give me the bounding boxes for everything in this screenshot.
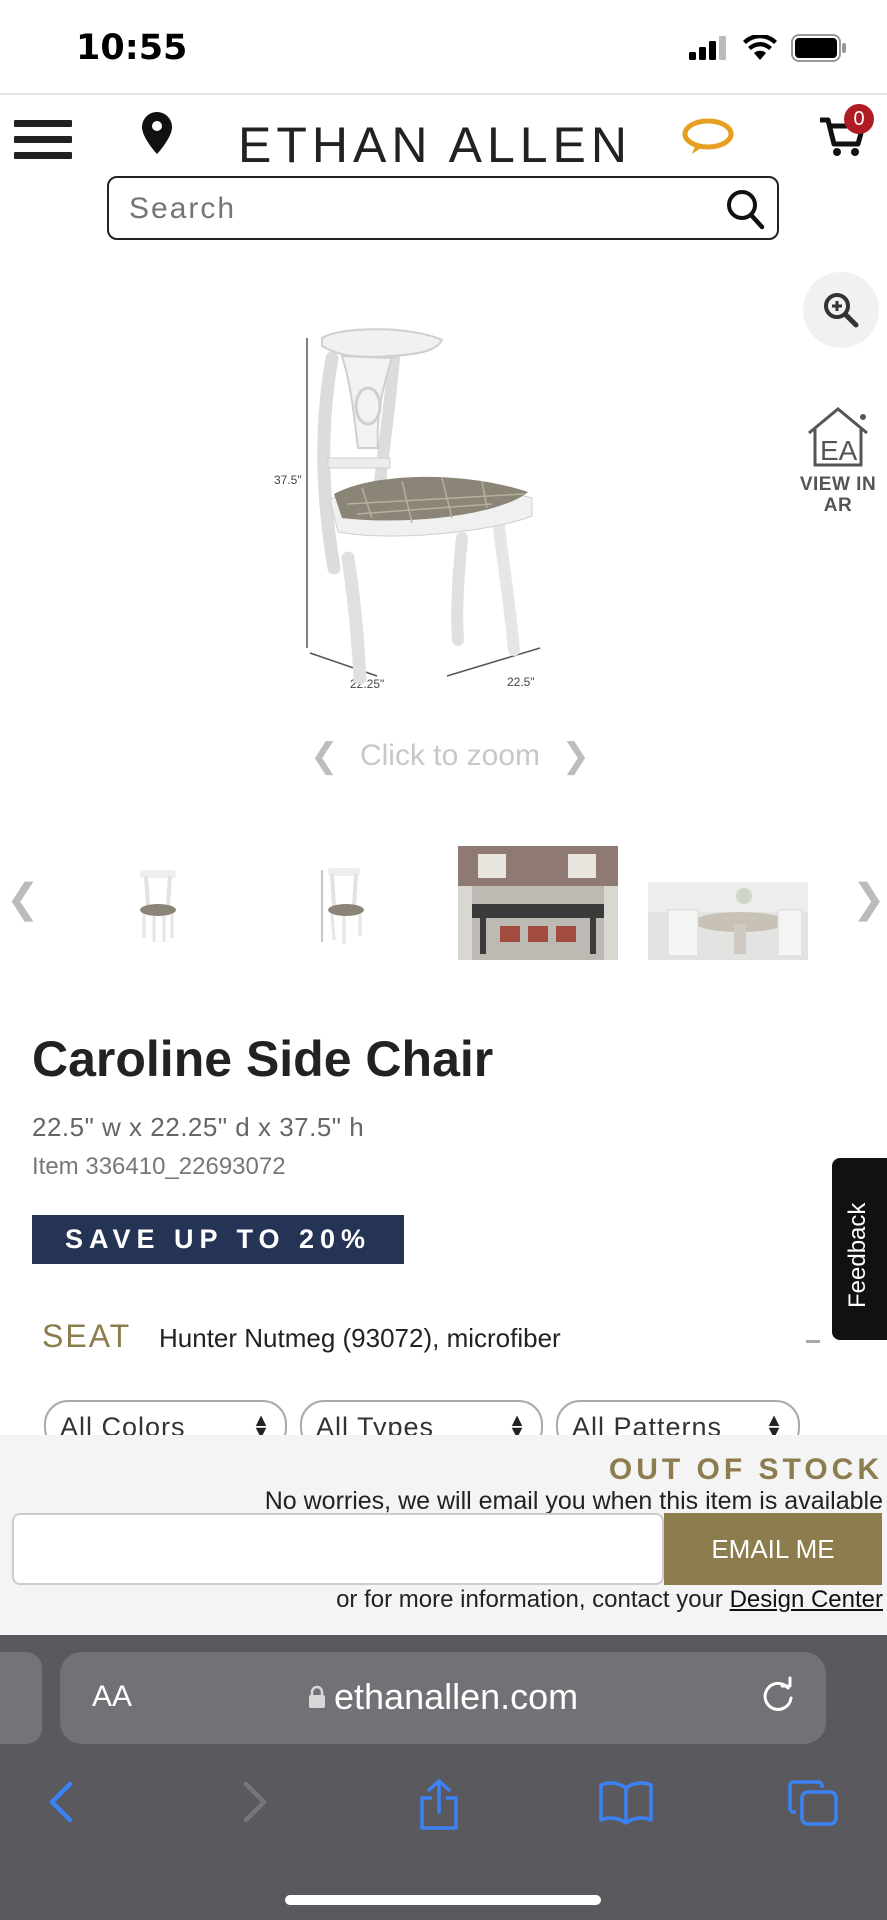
dimension-height-label: 37.5" [274,473,302,487]
tabs-icon[interactable] [788,1778,840,1828]
thumbnail-1[interactable] [130,846,186,960]
status-bar: 10:55 [0,0,887,94]
battery-icon [791,34,846,62]
zoom-button[interactable] [803,272,879,348]
thumbnail-carousel: ❮ ❯ [0,846,887,964]
promo-badge: SAVE UP TO 20% [32,1215,404,1264]
product-item-number: Item 336410_22693072 [32,1153,286,1180]
chat-icon[interactable] [682,118,734,158]
zoom-hint-text: Click to zoom [359,739,541,772]
cart-count-badge: 0 [844,104,874,134]
lock-icon [309,1685,325,1708]
thumbnails-next-icon[interactable]: ❯ [852,876,886,922]
dimension-width-label: 22.5" [507,675,535,689]
menu-icon[interactable] [14,120,72,162]
search-icon[interactable] [725,188,765,230]
search-input[interactable] [129,192,689,226]
browser-chrome: AA ethanallen.com [0,1635,887,1920]
contact-line: or for more information, contact your De… [336,1586,883,1614]
brand-logo[interactable]: ETHAN ALLEN [238,116,632,174]
out-of-stock-subtitle: No worries, we will email you when this … [264,1487,883,1515]
seat-value[interactable]: Hunter Nutmeg (93072), microfiber [159,1323,561,1354]
feedback-tab[interactable]: Feedback [832,1158,887,1340]
status-time: 10:55 [76,28,188,68]
search-box[interactable] [107,176,779,240]
address-bar[interactable]: AA ethanallen.com [60,1652,826,1744]
seat-label: SEAT [42,1318,132,1354]
zoom-hint: ❮ Click to zoom ❯ [310,736,590,776]
status-icons [689,34,847,62]
previous-tab-peek[interactable] [0,1652,42,1744]
product-title: Caroline Side Chair [32,1031,494,1087]
bookmarks-icon[interactable] [598,1778,654,1826]
product-image-chair[interactable]: 37.5" 22.25" 22.5" [262,318,602,708]
email-me-button[interactable]: EMAIL ME [664,1513,882,1585]
chevron-right-icon[interactable]: ❯ [561,736,590,776]
feedback-label: Feedback [844,1202,871,1308]
back-icon[interactable] [44,1778,80,1826]
browser-toolbar [0,1770,887,1860]
wifi-icon [743,35,777,60]
signal-icon [689,36,726,60]
zoom-in-icon [824,293,859,328]
view-in-ar-button[interactable]: EA VIEW IN AR [790,405,886,516]
thumbnail-2[interactable] [314,846,374,960]
out-of-stock-panel: OUT OF STOCK No worries, we will email y… [0,1435,887,1635]
url-display[interactable]: ethanallen.com [308,1676,578,1718]
view-in-ar-label: VIEW IN AR [799,474,877,516]
thumbnail-4[interactable] [648,864,808,978]
url-text: ethanallen.com [334,1676,579,1717]
thumbnail-3[interactable] [458,846,618,960]
thumbnails-prev-icon[interactable]: ❮ [6,876,40,922]
share-icon[interactable] [416,1778,462,1832]
header-divider [0,93,887,95]
home-indicator[interactable] [285,1895,601,1905]
contact-prefix: or for more information, contact your [336,1586,723,1613]
out-of-stock-title: OUT OF STOCK [608,1453,883,1486]
forward-icon [243,1781,267,1823]
ar-logo-text: EA [820,435,858,466]
ar-house-icon: EA [808,407,868,467]
product-dimensions: 22.5" w x 22.25" d x 37.5" h [32,1112,365,1142]
design-center-link[interactable]: Design Center [730,1586,883,1613]
reload-icon[interactable] [758,1676,798,1716]
email-field[interactable] [12,1513,664,1585]
collapse-icon[interactable] [806,1340,820,1343]
chevron-left-icon[interactable]: ❮ [310,736,339,776]
reader-settings-button[interactable]: AA [92,1680,132,1714]
location-pin-icon[interactable] [142,112,172,154]
